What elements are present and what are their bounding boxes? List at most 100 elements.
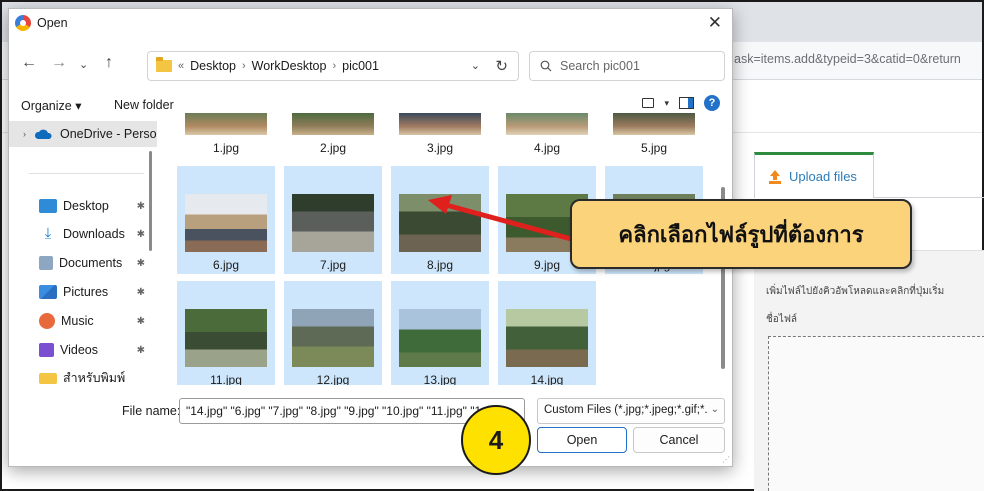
forward-arrow-icon[interactable]: → bbox=[51, 55, 67, 71]
file-name: 13.jpg bbox=[423, 373, 457, 385]
view-dropdown-chevron-icon[interactable]: ▾ bbox=[664, 98, 669, 109]
help-icon[interactable]: ? bbox=[704, 95, 720, 111]
photo-thumbnail bbox=[292, 194, 374, 252]
search-placeholder: Search pic001 bbox=[560, 59, 640, 73]
photo-thumbnail bbox=[399, 194, 481, 252]
open-button[interactable]: Open bbox=[537, 427, 627, 453]
dialog-title: Open bbox=[37, 16, 68, 30]
documents-icon bbox=[39, 256, 53, 270]
pictures-icon bbox=[39, 285, 57, 299]
upload-drop-zone[interactable] bbox=[768, 336, 984, 491]
file-tile[interactable]: 5.jpg bbox=[605, 113, 703, 159]
nav-item-onedrive[interactable]: › OneDrive - Perso bbox=[9, 121, 157, 147]
photo-thumbnail bbox=[185, 113, 267, 135]
file-tile[interactable]: 3.jpg bbox=[391, 113, 489, 159]
cloud-icon bbox=[34, 129, 52, 139]
file-type-select[interactable]: Custom Files (*.jpg;*.jpeg;*.gif;*. ⌄ bbox=[537, 398, 725, 424]
nav-pane-scrollbar[interactable] bbox=[149, 151, 152, 251]
file-name: 8.jpg bbox=[426, 258, 454, 272]
nav-divider bbox=[29, 173, 144, 174]
nav-item-downloads[interactable]: ⤓ Downloads ✱ bbox=[9, 221, 157, 247]
photo-thumbnail bbox=[292, 113, 374, 135]
file-name: 2.jpg bbox=[319, 141, 347, 155]
file-tile-selected[interactable]: 8.jpg bbox=[391, 166, 489, 274]
new-folder-button[interactable]: New folder bbox=[114, 98, 174, 112]
navigation-row: ← → ⌄ ↑ « Desktop › WorkDesktop › pic001… bbox=[9, 47, 732, 83]
file-tile[interactable]: 1.jpg bbox=[177, 113, 275, 159]
pin-icon: ✱ bbox=[136, 200, 145, 212]
file-name: 12.jpg bbox=[316, 373, 350, 385]
desktop-icon bbox=[39, 199, 57, 213]
nav-item-label: Videos bbox=[60, 343, 98, 357]
resize-grip-icon[interactable]: ⋰ bbox=[722, 455, 730, 464]
nav-item-pictures[interactable]: Pictures ✱ bbox=[9, 279, 157, 305]
photo-thumbnail bbox=[185, 194, 267, 252]
view-mode-icon[interactable] bbox=[642, 98, 655, 108]
nav-item-label: Documents bbox=[59, 256, 123, 270]
nav-item-print-folder[interactable]: สำหรับพิมพ์ bbox=[9, 365, 157, 385]
chrome-app-icon bbox=[15, 15, 31, 31]
back-arrow-icon[interactable]: ← bbox=[21, 55, 37, 71]
file-tile[interactable]: 4.jpg bbox=[498, 113, 596, 159]
upload-files-label: Upload files bbox=[789, 169, 857, 184]
breadcrumb-workdesktop[interactable]: WorkDesktop bbox=[252, 59, 327, 73]
up-arrow-icon[interactable]: ↑ bbox=[105, 55, 113, 71]
nav-item-label: Music bbox=[61, 314, 94, 328]
view-controls: ▾ ? bbox=[642, 95, 720, 111]
file-tile-selected[interactable]: 7.jpg bbox=[284, 166, 382, 274]
photo-thumbnail bbox=[399, 113, 481, 135]
step-number-badge: 4 bbox=[461, 405, 531, 475]
pin-icon: ✱ bbox=[136, 344, 145, 356]
navigation-pane: › OneDrive - Perso Desktop ✱ ⤓ Downloads… bbox=[9, 121, 157, 385]
file-name: 4.jpg bbox=[533, 141, 561, 155]
file-tile[interactable]: 2.jpg bbox=[284, 113, 382, 159]
chevron-down-icon: ⌄ bbox=[710, 404, 719, 415]
download-icon: ⤓ bbox=[44, 225, 52, 242]
close-icon[interactable]: ✕ bbox=[708, 13, 722, 33]
pin-icon: ✱ bbox=[136, 257, 145, 269]
file-tile-selected[interactable]: 11.jpg bbox=[177, 281, 275, 385]
organize-button[interactable]: Organize ▾ bbox=[21, 98, 81, 113]
nav-item-videos[interactable]: Videos ✱ bbox=[9, 337, 157, 363]
chevron-right-icon: › bbox=[241, 60, 246, 72]
preview-pane-icon[interactable] bbox=[679, 97, 694, 109]
address-bar[interactable]: « Desktop › WorkDesktop › pic001 ⌄ ↻ bbox=[147, 51, 519, 81]
overflow-crumb[interactable]: « bbox=[178, 60, 184, 72]
file-name: 7.jpg bbox=[319, 258, 347, 272]
file-tile-selected[interactable]: 14.jpg bbox=[498, 281, 596, 385]
file-name: 1.jpg bbox=[212, 141, 240, 155]
chevron-down-icon[interactable]: ⌄ bbox=[471, 59, 480, 72]
file-tile-selected[interactable]: 12.jpg bbox=[284, 281, 382, 385]
file-tile-selected[interactable]: 6.jpg bbox=[177, 166, 275, 274]
cancel-button[interactable]: Cancel bbox=[633, 427, 725, 453]
refresh-icon[interactable]: ↻ bbox=[495, 57, 508, 75]
upload-files-tab[interactable]: Upload files bbox=[754, 152, 874, 198]
search-icon bbox=[540, 60, 552, 72]
nav-item-label: Pictures bbox=[63, 285, 109, 299]
file-name: 6.jpg bbox=[212, 258, 240, 272]
search-input[interactable]: Search pic001 bbox=[529, 51, 725, 81]
file-tile-selected[interactable]: 13.jpg bbox=[391, 281, 489, 385]
browser-url-text: ask=items.add&typeid=3&catid=0&return bbox=[734, 52, 961, 66]
dialog-titlebar: Open ✕ bbox=[9, 9, 732, 37]
upload-icon bbox=[769, 169, 781, 184]
pin-icon: ✱ bbox=[136, 286, 145, 298]
file-name: 14.jpg bbox=[530, 373, 564, 385]
nav-item-label: Desktop bbox=[63, 199, 109, 213]
chevron-right-icon[interactable]: › bbox=[23, 129, 26, 139]
nav-item-documents[interactable]: Documents ✱ bbox=[9, 250, 157, 276]
breadcrumb-desktop[interactable]: Desktop bbox=[190, 59, 236, 73]
folder-icon bbox=[39, 372, 57, 384]
photo-thumbnail bbox=[613, 113, 695, 135]
file-name: 11.jpg bbox=[210, 373, 242, 385]
photo-thumbnail bbox=[399, 309, 481, 367]
file-name: 3.jpg bbox=[426, 141, 454, 155]
recent-locations-chevron-icon[interactable]: ⌄ bbox=[79, 57, 88, 73]
breadcrumb-pic001[interactable]: pic001 bbox=[342, 59, 379, 73]
pin-icon: ✱ bbox=[136, 315, 145, 327]
nav-item-music[interactable]: Music ✱ bbox=[9, 308, 157, 334]
nav-item-desktop[interactable]: Desktop ✱ bbox=[9, 193, 157, 219]
filename-column-label: ชื่อไฟล์ bbox=[766, 314, 798, 325]
chevron-right-icon: › bbox=[332, 60, 337, 72]
folder-icon bbox=[156, 57, 172, 72]
